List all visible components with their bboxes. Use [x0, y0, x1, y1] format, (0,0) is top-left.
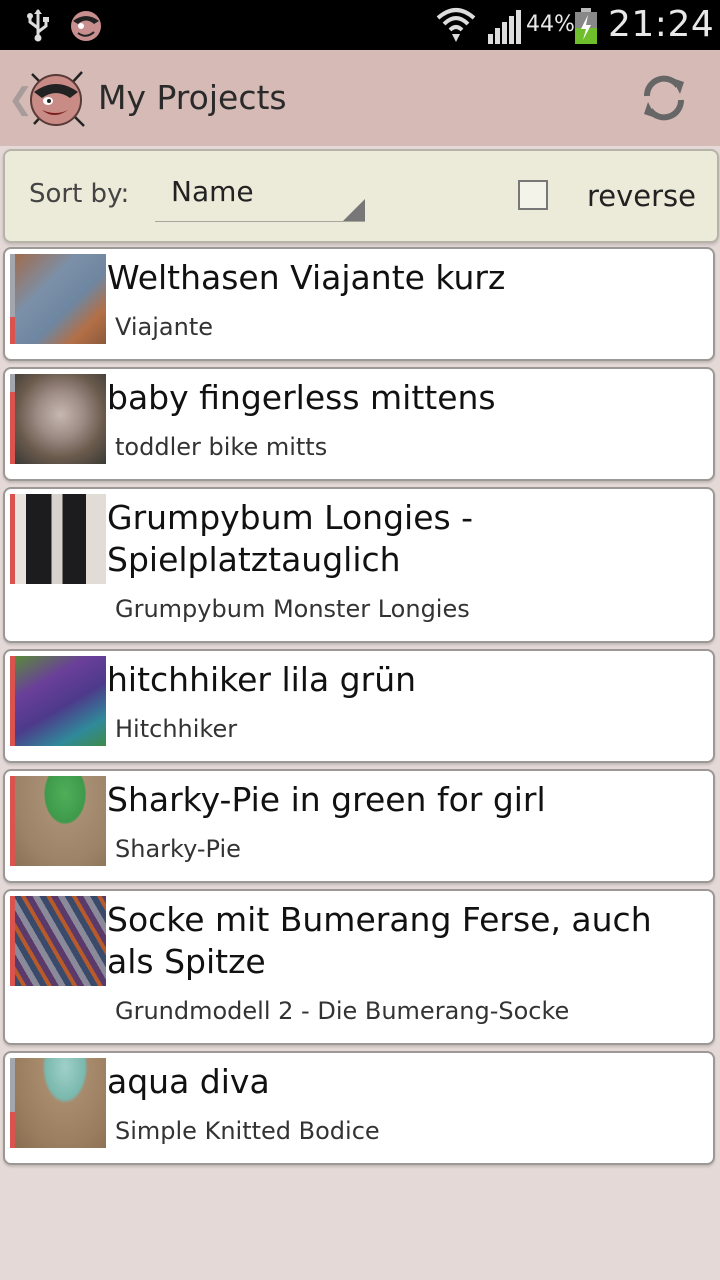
project-photo	[15, 1058, 106, 1148]
app-logo-icon[interactable]	[26, 68, 88, 130]
project-thumbnail	[10, 1058, 106, 1148]
project-list-item[interactable]: Grumpybum Longies - Spielplatztauglich G…	[3, 487, 715, 643]
project-list-item[interactable]: aqua diva Simple Knitted Bodice	[3, 1051, 715, 1165]
project-list-item[interactable]: hitchhiker lila grün Hitchhiker	[3, 649, 715, 763]
reverse-checkbox[interactable]	[518, 180, 548, 210]
app-notification-icon	[71, 11, 101, 41]
project-title: baby fingerless mittens	[107, 378, 496, 417]
dropdown-arrow-icon	[343, 199, 365, 221]
project-pattern: toddler bike mitts	[115, 433, 328, 461]
sort-selected-value: Name	[171, 175, 254, 208]
action-bar: ❮ My Projects	[0, 50, 720, 146]
project-thumbnail	[10, 896, 106, 986]
project-thumbnail	[10, 656, 106, 746]
project-photo	[15, 896, 106, 986]
project-title: Welthasen Viajante kurz	[107, 258, 506, 297]
project-list-item[interactable]: Welthasen Viajante kurz Viajante	[3, 247, 715, 361]
project-thumbnail	[10, 776, 106, 866]
status-bar: 44% 21:24	[0, 0, 720, 50]
project-pattern: Grumpybum Monster Longies	[115, 595, 470, 623]
usb-icon	[27, 9, 49, 42]
refresh-icon[interactable]	[638, 72, 690, 124]
sort-panel: Sort by: Name reverse	[3, 149, 719, 243]
signal-icon	[488, 10, 521, 44]
project-title: Sharky-Pie in green for girl	[107, 780, 546, 819]
wifi-icon	[436, 8, 476, 42]
project-pattern: Viajante	[115, 313, 214, 341]
reverse-label: reverse	[587, 179, 697, 213]
sort-by-label: Sort by:	[29, 179, 130, 209]
project-list-item[interactable]: baby fingerless mittens toddler bike mit…	[3, 367, 715, 481]
project-photo	[15, 254, 106, 344]
clock: 21:24	[608, 4, 715, 45]
project-photo	[15, 776, 106, 866]
project-pattern: Grundmodell 2 - Die Bumerang-Socke	[115, 997, 570, 1025]
project-list-item[interactable]: Socke mit Bumerang Ferse, auch als Spitz…	[3, 889, 715, 1045]
project-title: Socke mit Bumerang Ferse, auch als Spitz…	[107, 900, 652, 981]
project-title: aqua diva	[107, 1062, 270, 1101]
sort-dropdown[interactable]: Name	[155, 169, 365, 222]
project-pattern: Hitchhiker	[115, 715, 238, 743]
battery-charging-icon	[575, 8, 597, 44]
project-photo	[15, 494, 106, 584]
project-pattern: Sharky-Pie	[115, 835, 241, 863]
project-list-item[interactable]: Sharky-Pie in green for girl Sharky-Pie	[3, 769, 715, 883]
project-pattern: Simple Knitted Bodice	[115, 1117, 380, 1145]
page-title: My Projects	[98, 78, 287, 117]
project-thumbnail	[10, 494, 106, 584]
project-title: hitchhiker lila grün	[107, 660, 417, 699]
project-photo	[15, 656, 106, 746]
battery-percent: 44%	[526, 12, 575, 37]
project-thumbnail	[10, 254, 106, 344]
project-thumbnail	[10, 374, 106, 464]
project-photo	[15, 374, 106, 464]
project-title: Grumpybum Longies - Spielplatztauglich	[107, 498, 474, 579]
